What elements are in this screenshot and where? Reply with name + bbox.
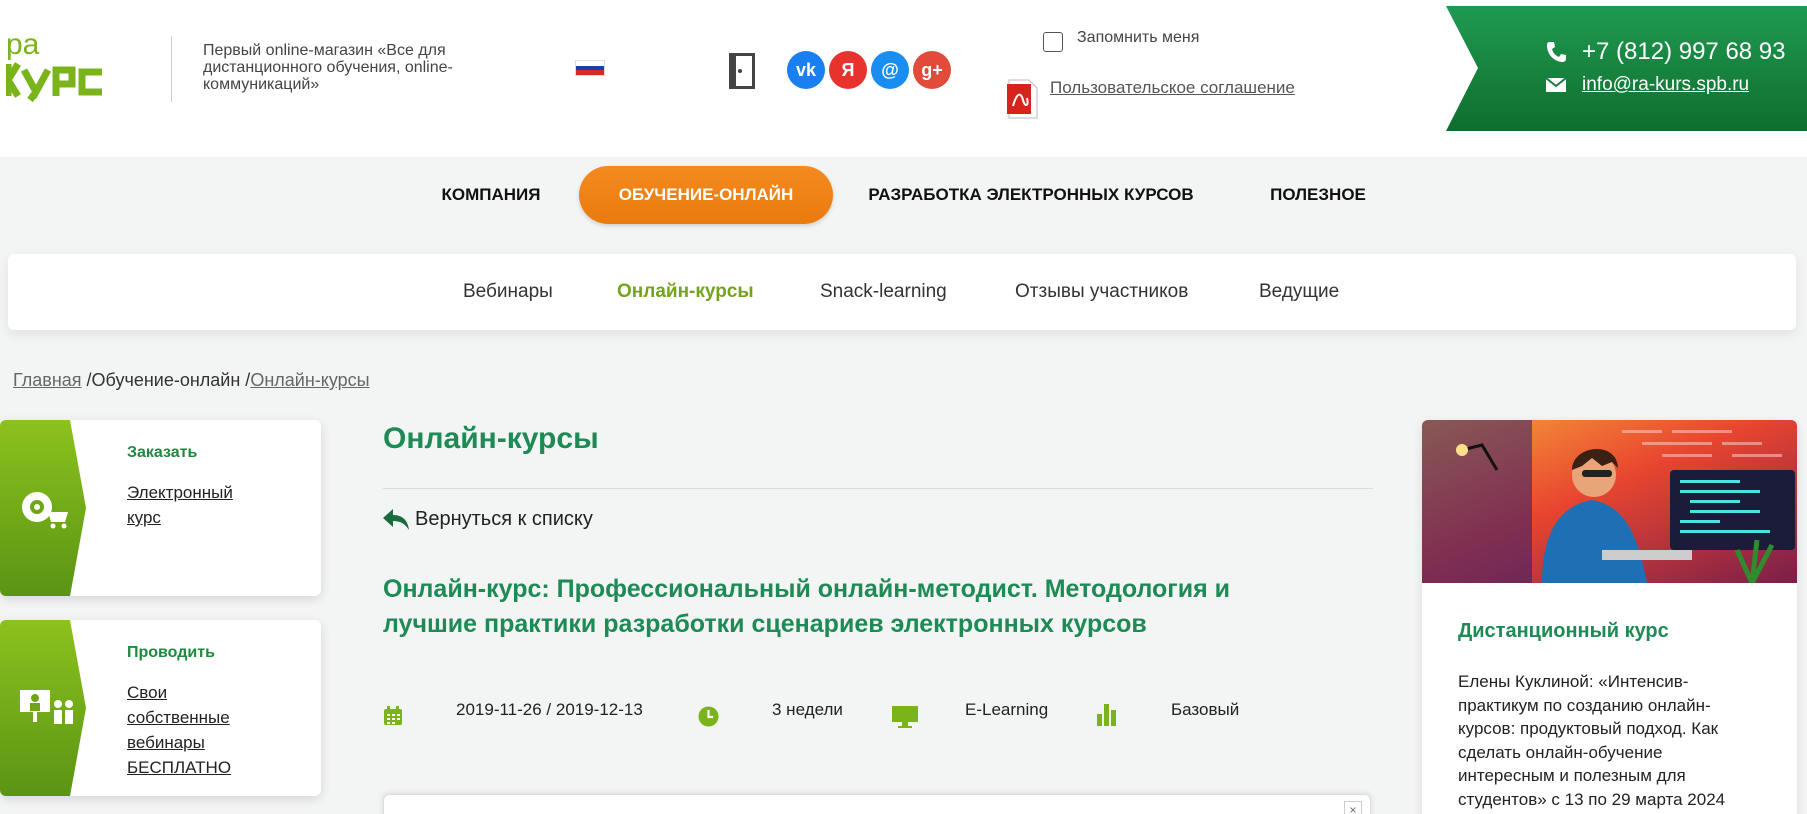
remember-me-checkbox[interactable] <box>1043 32 1063 52</box>
content-panel: × <box>383 794 1371 814</box>
host-card-title: Проводить <box>127 644 215 661</box>
breadcrumb-separator: / <box>240 370 251 390</box>
pdf-icon[interactable] <box>1005 78 1041 120</box>
russian-flag-icon[interactable] <box>575 60 605 76</box>
remember-me-label: Запомнить меня <box>1077 29 1200 46</box>
login-door-icon[interactable] <box>728 52 758 90</box>
email-text: info@ra-kurs.spb.ru <box>1582 74 1750 95</box>
order-course-card[interactable]: Заказать Электронный курс <box>0 420 321 596</box>
subnav-reviews[interactable]: Отзывы участников <box>1015 254 1188 330</box>
page-title: Онлайн-курсы <box>383 422 599 455</box>
promo-image[interactable] <box>1422 420 1797 583</box>
phone-text: +7 (812) 997 68 93 <box>1582 38 1786 65</box>
nav-item-online-learning[interactable]: ОБУЧЕНИЕ-ОНЛАЙН <box>579 166 833 224</box>
course-dates: 2019-11-26 / 2019-12-13 <box>456 700 643 719</box>
logo-divider <box>171 36 172 102</box>
nav-item-company[interactable]: КОМПАНИЯ <box>432 166 550 224</box>
breadcrumb-section: Обучение-онлайн <box>91 370 241 390</box>
promo-description: Елены Куклиной: «Интенсив-практикум по с… <box>1458 672 1726 809</box>
google-plus-icon[interactable]: g+ <box>913 51 951 89</box>
breadcrumb-separator: / <box>81 370 92 390</box>
subnav-online-courses[interactable]: Онлайн-курсы <box>617 254 754 330</box>
subnav-snack-learning[interactable]: Snack-learning <box>820 254 947 330</box>
host-webinars-card[interactable]: Проводить Свои собственные вебинары БЕСП… <box>0 620 321 796</box>
site-tagline: Первый online-магазин «Все для дистанцио… <box>203 42 453 93</box>
course-format: E-Learning <box>965 700 1049 719</box>
order-card-title: Заказать <box>127 444 198 461</box>
calendar-icon <box>384 706 402 725</box>
back-arrow-icon <box>383 508 409 530</box>
yandex-icon[interactable]: Я <box>829 51 867 89</box>
order-card-link[interactable]: Электронный курс <box>127 480 257 530</box>
sub-navigation: Вебинары Онлайн-курсы Snack-learning Отз… <box>8 254 1796 330</box>
envelope-icon <box>1546 78 1566 92</box>
breadcrumb-current[interactable]: Онлайн-курсы <box>250 370 369 390</box>
remember-me[interactable]: Запомнить меня <box>1043 24 1199 52</box>
email-address[interactable]: info@ra-kurs.spb.ru <box>1546 74 1749 96</box>
contact-box <box>1446 6 1807 131</box>
breadcrumb-home[interactable]: Главная <box>13 370 82 390</box>
course-title: Онлайн-курс: Профессиональный онлайн-мет… <box>383 575 1230 638</box>
promo-card[interactable]: Дистанционный курс Елены Куклиной: «Инте… <box>1422 420 1797 814</box>
nav-item-course-development[interactable]: РАЗРАБОТКА ЭЛЕКТРОННЫХ КУРСОВ <box>866 166 1196 224</box>
panel-close-button[interactable]: × <box>1344 801 1362 814</box>
phone-icon <box>1547 42 1566 62</box>
site-header: ра Первый online-магазин «Все для дистан… <box>0 0 1807 157</box>
back-to-list-label: Вернуться к списку <box>415 508 593 530</box>
phone-number[interactable]: +7 (812) 997 68 93 <box>1546 38 1786 66</box>
vk-icon[interactable]: vk <box>787 51 825 89</box>
disc-cart-icon <box>22 492 68 529</box>
subnav-webinars[interactable]: Вебинары <box>463 254 553 330</box>
host-card-link[interactable]: Свои собственные вебинары БЕСПЛАТНО <box>127 680 257 780</box>
svg-text:ра: ра <box>6 30 40 61</box>
breadcrumb: Главная /Обучение-онлайн /Онлайн-курсы <box>13 370 370 391</box>
title-divider <box>383 488 1373 489</box>
nav-item-useful[interactable]: ПОЛЕЗНОЕ <box>1262 166 1374 224</box>
subnav-hosts[interactable]: Ведущие <box>1259 254 1339 330</box>
level-bars-icon <box>1097 704 1116 726</box>
main-navigation: КОМПАНИЯ ОБУЧЕНИЕ-ОНЛАЙН РАЗРАБОТКА ЭЛЕК… <box>0 157 1807 227</box>
course-level: Базовый <box>1171 700 1240 719</box>
presenter-icon <box>20 690 73 724</box>
monitor-icon <box>892 706 918 728</box>
promo-title[interactable]: Дистанционный курс <box>1458 620 1669 643</box>
mailru-icon[interactable]: @ <box>871 51 909 89</box>
clock-icon <box>698 706 719 727</box>
site-logo[interactable]: ра <box>6 30 146 102</box>
user-agreement-link[interactable]: Пользовательское соглашение <box>1050 78 1295 98</box>
course-duration: 3 недели <box>772 700 843 719</box>
back-to-list-link[interactable]: Вернуться к списку <box>383 508 593 531</box>
